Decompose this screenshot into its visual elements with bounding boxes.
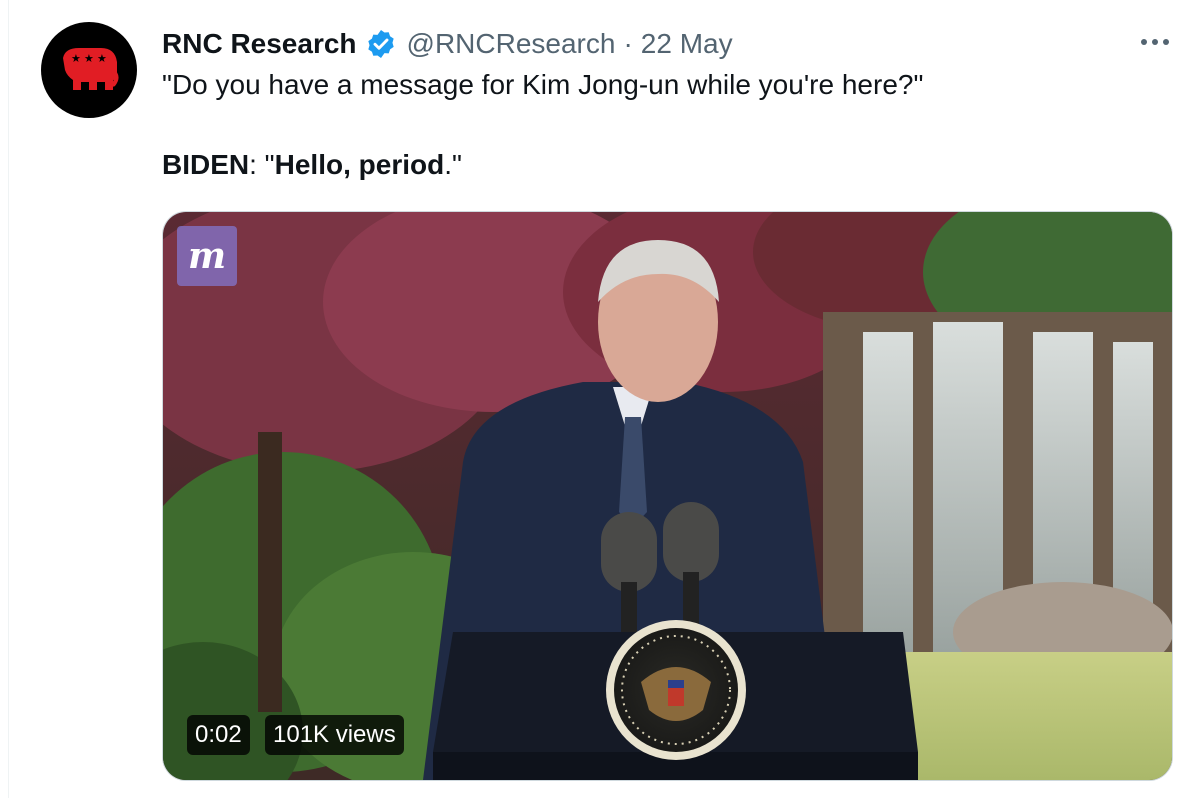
more-options-icon[interactable]: [1132, 26, 1178, 58]
svg-text:★: ★: [97, 52, 107, 65]
video-player[interactable]: m 0:02 101K views: [162, 211, 1173, 781]
quote-close: .": [444, 149, 462, 180]
quote-open: : ": [249, 149, 275, 180]
tweet-text-line1: "Do you have a message for Kim Jong-un w…: [162, 69, 924, 100]
speaker-name: BIDEN: [162, 149, 250, 180]
svg-text:★: ★: [84, 52, 94, 65]
timeline-border: [8, 0, 9, 798]
quote-text: Hello, period: [274, 149, 445, 180]
video-frame: [163, 212, 1172, 780]
header-separator: ·: [623, 28, 633, 59]
video-views: 101K views: [265, 715, 404, 755]
svg-text:★: ★: [71, 52, 81, 65]
rnc-elephant-logo: ★ ★ ★: [63, 48, 119, 90]
verified-badge-icon: [365, 28, 397, 60]
video-duration: 0:02: [187, 715, 250, 755]
tweet-date[interactable]: 22 May: [641, 28, 733, 60]
tweet-text-line2: BIDEN: "Hello, period.": [162, 149, 462, 181]
author-handle[interactable]: @RNCResearch: [407, 28, 616, 60]
author-name[interactable]: RNC Research: [162, 28, 357, 60]
avatar[interactable]: ★ ★ ★: [41, 22, 137, 118]
publisher-logo: m: [177, 226, 237, 286]
tweet-header: RNC Research @RNCResearch · 22 May: [162, 24, 733, 64]
